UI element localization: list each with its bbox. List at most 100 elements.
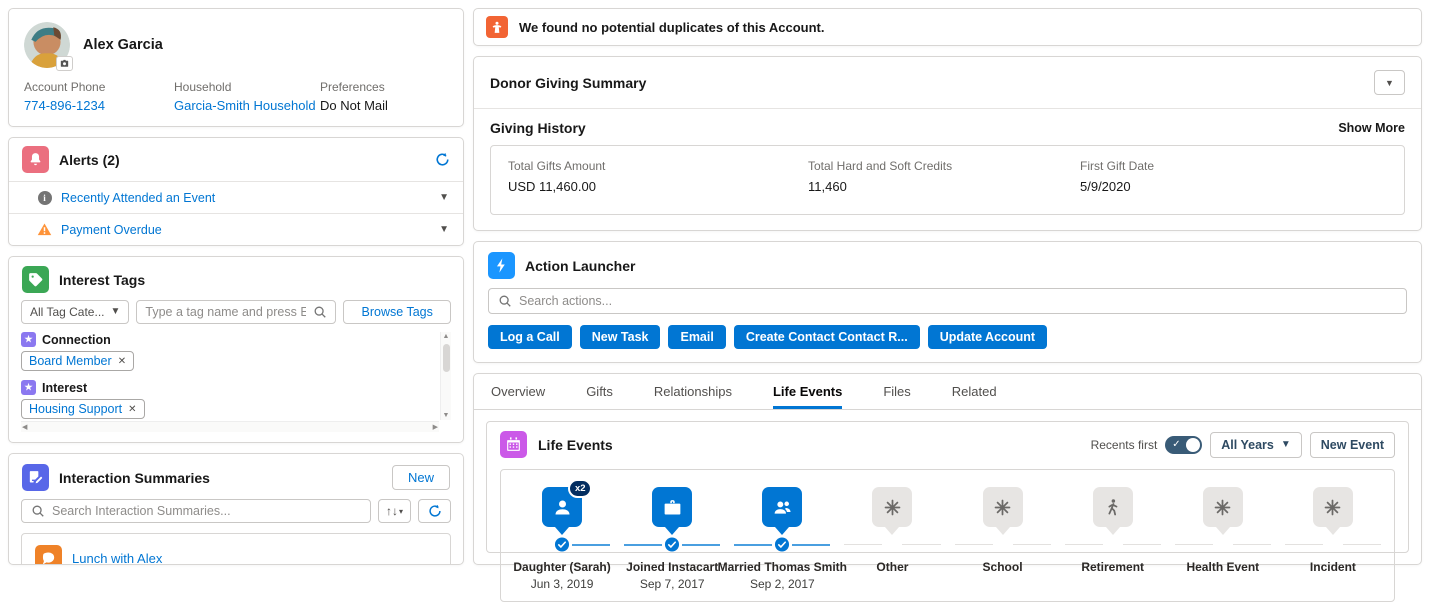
new-summary-button[interactable]: New bbox=[391, 465, 450, 490]
chevron-down-icon: ▼ bbox=[1280, 438, 1291, 450]
asterisk-icon[interactable] bbox=[982, 487, 1023, 527]
refresh-icon[interactable] bbox=[435, 152, 450, 167]
remove-tag-icon[interactable]: ✕ bbox=[118, 356, 126, 367]
actions-search-input[interactable] bbox=[519, 294, 1397, 308]
remove-tag-icon[interactable]: ✕ bbox=[128, 404, 136, 415]
summaries-search-input[interactable] bbox=[52, 504, 361, 518]
scroll-up-icon[interactable]: ▲ bbox=[443, 333, 450, 340]
scroll-left-icon[interactable]: ◀ bbox=[22, 424, 27, 431]
horizontal-scrollbar[interactable]: ◀ ▶ bbox=[21, 421, 439, 432]
chevron-down-icon: ▼ bbox=[110, 306, 121, 317]
new-event-button[interactable]: New Event bbox=[1309, 431, 1395, 458]
check-icon bbox=[775, 536, 790, 552]
life-events-title: Life Events bbox=[538, 436, 613, 453]
tag-pill[interactable]: Board Member ✕ bbox=[21, 351, 135, 371]
field-household: Household Garcia-Smith Household bbox=[174, 80, 316, 113]
refresh-icon[interactable] bbox=[418, 499, 451, 523]
duplicates-person-icon bbox=[486, 16, 508, 38]
life-event-health[interactable]: Health Event bbox=[1168, 487, 1278, 591]
tag-group-connection: ★ Connection Board Member ✕ bbox=[21, 332, 437, 371]
field-hard-soft-credits: Total Hard and Soft Credits 11,460 bbox=[808, 159, 953, 194]
update-account-button[interactable]: Update Account bbox=[927, 325, 1048, 349]
account-phone-link[interactable]: 774-896-1234 bbox=[24, 98, 105, 113]
alert-row-payment-overdue[interactable]: Payment Overdue ▼ bbox=[9, 213, 463, 245]
account-name: Alex Garcia bbox=[83, 37, 163, 53]
summary-item[interactable]: Lunch with Alex 1 I wanted to get to kno… bbox=[21, 533, 451, 564]
interest-tags-title: Interest Tags bbox=[59, 271, 146, 288]
tabstrip: Overview Gifts Relationships Life Events… bbox=[474, 374, 1421, 410]
star-icon: ★ bbox=[21, 380, 36, 395]
summaries-search-box bbox=[21, 499, 371, 523]
people-icon[interactable] bbox=[762, 487, 803, 527]
camera-icon[interactable] bbox=[56, 56, 73, 71]
tab-life-events[interactable]: Life Events bbox=[772, 374, 843, 409]
notes-pencil-icon bbox=[22, 464, 49, 491]
donor-giving-summary-card: Donor Giving Summary ▼ Giving History Sh… bbox=[473, 56, 1422, 231]
tag-category-select[interactable]: All Tag Cate... ▼ bbox=[21, 300, 130, 324]
scroll-right-icon[interactable]: ▶ bbox=[433, 424, 438, 431]
household-link[interactable]: Garcia-Smith Household bbox=[174, 98, 316, 113]
alert-link[interactable]: Payment Overdue bbox=[61, 223, 162, 237]
asterisk-icon[interactable] bbox=[872, 487, 913, 527]
check-icon bbox=[665, 536, 680, 552]
create-contact-relation-button[interactable]: Create Contact Contact R... bbox=[733, 325, 920, 349]
interaction-summaries-title: Interaction Summaries bbox=[59, 469, 210, 486]
browse-tags-button[interactable]: Browse Tags bbox=[343, 300, 451, 324]
life-event-other[interactable]: Other bbox=[837, 487, 947, 591]
tab-overview[interactable]: Overview bbox=[491, 374, 545, 409]
tag-icon bbox=[22, 266, 49, 293]
search-icon bbox=[32, 505, 44, 517]
event-count-badge: x2 bbox=[568, 479, 593, 498]
left-column: Alex Garcia Account Phone 774-896-1234 H… bbox=[8, 8, 464, 565]
preferences-value: Do Not Mail bbox=[320, 98, 388, 113]
tab-files[interactable]: Files bbox=[883, 374, 910, 409]
vertical-scrollbar[interactable]: ▲ ▼ bbox=[440, 332, 451, 420]
tag-input[interactable] bbox=[145, 305, 307, 319]
right-column: We found no potential duplicates of this… bbox=[473, 8, 1422, 602]
action-launcher-card: Action Launcher Log a Call New Task Emai… bbox=[473, 241, 1422, 363]
bolt-icon bbox=[488, 252, 515, 279]
tab-gifts[interactable]: Gifts bbox=[586, 374, 613, 409]
tab-related[interactable]: Related bbox=[952, 374, 997, 409]
interest-tags-header: Interest Tags bbox=[9, 257, 463, 300]
briefcase-icon[interactable] bbox=[652, 487, 693, 527]
walker-icon[interactable] bbox=[1092, 487, 1133, 527]
alert-link[interactable]: Recently Attended an Event bbox=[61, 191, 215, 205]
alert-row-recently-attended[interactable]: i Recently Attended an Event ▼ bbox=[9, 181, 463, 213]
info-icon: i bbox=[37, 190, 52, 205]
search-icon bbox=[314, 306, 327, 318]
interest-tags-card: Interest Tags All Tag Cate... ▼ Browse T… bbox=[8, 256, 464, 443]
check-icon: ✓ bbox=[1172, 438, 1181, 450]
recents-first-toggle[interactable]: ✓ bbox=[1165, 435, 1203, 454]
show-more-link[interactable]: Show More bbox=[1338, 121, 1405, 135]
life-event-retirement[interactable]: Retirement bbox=[1058, 487, 1168, 591]
scroll-down-icon[interactable]: ▼ bbox=[443, 412, 450, 419]
alerts-title: Alerts (2) bbox=[59, 151, 120, 168]
life-event-school[interactable]: School bbox=[948, 487, 1058, 591]
tag-pill[interactable]: Housing Support ✕ bbox=[21, 399, 145, 419]
duplicates-message: We found no potential duplicates of this… bbox=[519, 19, 825, 35]
sort-icon[interactable]: ↑↓ ▾ bbox=[378, 499, 411, 523]
email-button[interactable]: Email bbox=[668, 325, 726, 349]
action-buttons: Log a Call New Task Email Create Contact… bbox=[474, 314, 1421, 362]
life-event-incident[interactable]: Incident bbox=[1278, 487, 1388, 591]
chevron-down-icon[interactable]: ▼ bbox=[439, 224, 449, 235]
life-event-daughter[interactable]: x2 Daughter (Sarah) Jun 3, 2019 bbox=[507, 479, 617, 591]
chevron-down-icon[interactable]: ▼ bbox=[439, 192, 449, 203]
asterisk-icon[interactable] bbox=[1312, 487, 1353, 527]
interaction-summaries-header: Interaction Summaries New bbox=[9, 454, 463, 499]
summary-title-link[interactable]: Lunch with Alex bbox=[72, 551, 162, 564]
interaction-summaries-card: Interaction Summaries New ↑↓▾ bbox=[8, 453, 464, 565]
person-icon[interactable]: x2 bbox=[542, 479, 593, 527]
avatar[interactable] bbox=[24, 22, 73, 71]
log-a-call-button[interactable]: Log a Call bbox=[488, 325, 572, 349]
tab-relationships[interactable]: Relationships bbox=[654, 374, 732, 409]
giving-header: Donor Giving Summary ▼ bbox=[474, 57, 1421, 109]
life-event-married[interactable]: Married Thomas Smith Sep 2, 2017 bbox=[718, 487, 847, 591]
profile-header: Alex Garcia bbox=[24, 19, 448, 71]
new-task-button[interactable]: New Task bbox=[579, 325, 661, 349]
asterisk-icon[interactable] bbox=[1202, 487, 1243, 527]
life-event-joined-instacart[interactable]: Joined Instacart Sep 7, 2017 bbox=[617, 487, 727, 591]
card-menu-button[interactable]: ▼ bbox=[1374, 70, 1405, 95]
year-filter-button[interactable]: All Years ▼ bbox=[1210, 431, 1302, 458]
